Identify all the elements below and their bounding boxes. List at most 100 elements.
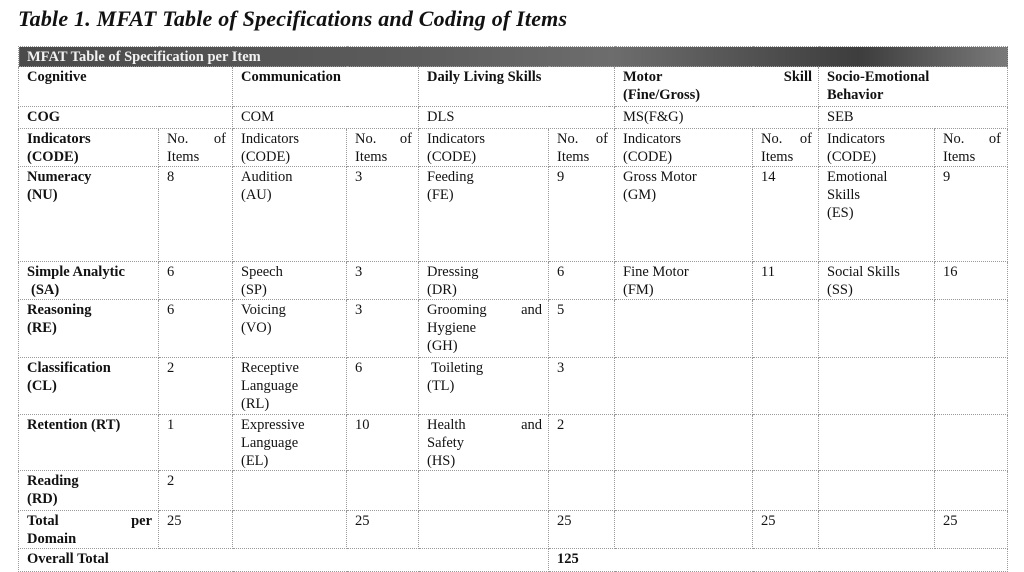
table-row: Reasoning (RE) 6 Voicing (VO) 3 Grooming an… [18,299,1008,358]
code-cog: COG [18,106,233,129]
empty-cell [418,470,549,511]
indicators-header: Indicators (CODE) [818,128,935,167]
table-row: Classification (CL) 2 Receptive Language (R… [18,357,1008,415]
item-count-cell: 6 [548,261,615,300]
items-header: No. of Items [752,128,819,167]
empty-cell [934,357,1008,415]
empty-cell [614,510,753,549]
indicator-cell: Voicing (VO) [232,299,347,358]
specification-table: MFAT Table of Specification per Item Cog… [18,46,1008,572]
item-count-cell: 16 [934,261,1008,300]
indicator-cell: Audition (AU) [232,166,347,262]
indicator-cell: Receptive Language (RL) [232,357,347,415]
item-count-cell: 11 [752,261,819,300]
item-count-cell: 2 [548,414,615,471]
indicator-cell: Reasoning (RE) [18,299,159,358]
table-row: Retention (RT) 1 Expressive Language (EL) … [18,414,1008,471]
domain-code-row: COG COM DLS MS(F&G) SEB [18,106,1008,129]
empty-cell [934,470,1008,511]
indicators-header: Indicators (CODE) [614,128,753,167]
table-caption: Table 1. MFAT Table of Specifications an… [18,6,568,31]
domain-daily-living: Daily Living Skills [418,66,615,107]
overall-total-row: Overall Total 125 [18,548,1008,572]
empty-cell [614,299,753,358]
empty-cell [934,299,1008,358]
item-count-cell: 9 [548,166,615,262]
indicator-cell: Classification (CL) [18,357,159,415]
empty-cell [818,510,935,549]
domain-communication: Communication [232,66,419,107]
empty-cell [418,510,549,549]
indicators-header: Indicators (CODE) [418,128,549,167]
empty-cell [752,470,819,511]
indicator-cell: Numeracy (NU) [18,166,159,262]
domain-socio-emotional: Socio-Emotional Behavior [818,66,1008,107]
indicator-cell: Dressing (DR) [418,261,549,300]
overall-total-value: 125 [548,548,1008,572]
total-label: Total per Domain [18,510,159,549]
indicator-cell: Gross Motor (GM) [614,166,753,262]
empty-cell [614,357,753,415]
indicator-cell: Fine Motor (FM) [614,261,753,300]
indicator-cell: Retention (RT) [18,414,159,471]
item-count-cell: 6 [158,299,233,358]
item-count-cell: 2 [158,470,233,511]
total-seb: 25 [934,510,1008,549]
empty-cell [232,470,347,511]
domain-seb-line2: Behavior [827,87,884,103]
empty-cell [818,470,935,511]
item-count-cell: 8 [158,166,233,262]
empty-cell [934,414,1008,471]
code-com: COM [232,106,419,129]
total-cog: 25 [158,510,233,549]
indicator-cell: Social Skills (SS) [818,261,935,300]
items-header: No. of Items [934,128,1008,167]
table-banner: MFAT Table of Specification per Item [18,46,1008,67]
empty-cell [346,470,419,511]
subheader-row: Indicators (CODE) No. of Items Indicators (C… [18,128,1008,167]
total-dls: 25 [548,510,615,549]
code-seb: SEB [818,106,1008,129]
total-ms: 25 [752,510,819,549]
items-header: No. of Items [548,128,615,167]
item-count-cell: 14 [752,166,819,262]
empty-cell [614,414,753,471]
table-row: Numeracy (NU) 8 Audition (AU) 3 Feeding (FE… [18,166,1008,262]
empty-cell [818,299,935,358]
table-row: Reading (RD) 2 [18,470,1008,511]
indicators-header: Indicators (CODE) [18,128,159,167]
item-count-cell: 6 [158,261,233,300]
item-count-cell: 3 [346,166,419,262]
item-count-cell: 5 [548,299,615,358]
indicator-cell: Feeding (FE) [418,166,549,262]
indicator-cell: Emotional Skills (ES) [818,166,935,262]
indicator-cell: Reading (RD) [18,470,159,511]
code-ms: MS(F&G) [614,106,819,129]
domain-seb-line1: Socio-Emotional [827,69,930,85]
domain-skill-word: Skill [783,69,812,85]
empty-cell [232,510,347,549]
empty-cell [752,357,819,415]
code-dls: DLS [418,106,615,129]
empty-cell [752,299,819,358]
item-count-cell: 3 [346,299,419,358]
indicators-header: Indicators (CODE) [232,128,347,167]
item-count-cell: 10 [346,414,419,471]
table-banner-row: MFAT Table of Specification per Item [18,46,1008,67]
empty-cell [548,470,615,511]
items-header: No. of Items [346,128,419,167]
empty-cell [614,470,753,511]
domain-cognitive: Cognitive [18,66,233,107]
indicator-cell: Expressive Language (EL) [232,414,347,471]
empty-cell [818,414,935,471]
indicator-cell: Toileting (TL) [418,357,549,415]
table-row: Simple Analytic (SA) 6 Speech (SP) 3 Dres… [18,261,1008,300]
total-per-domain-row: Total per Domain 25 25 25 25 25 [18,510,1008,549]
total-com: 25 [346,510,419,549]
domain-header-row: Cognitive Communication Daily Living Ski… [18,66,1008,107]
domain-motor-word: Motor [623,69,663,85]
indicator-cell: Simple Analytic (SA) [18,261,159,300]
indicator-cell: Speech (SP) [232,261,347,300]
empty-cell [752,414,819,471]
item-count-cell: 2 [158,357,233,415]
